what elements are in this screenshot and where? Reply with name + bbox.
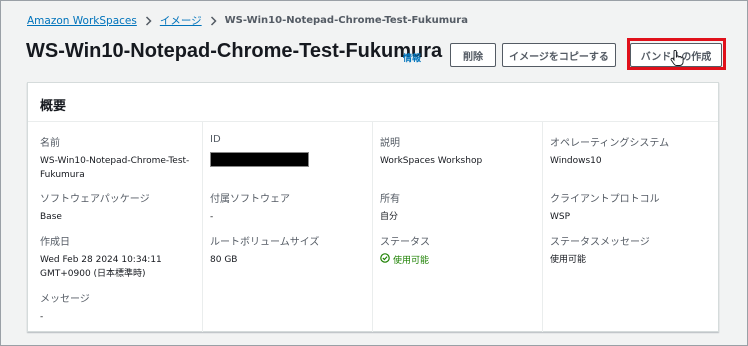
summary-panel: 概要 名前 WS-Win10-Notepad-Chrome-Test- Fuku… — [27, 82, 719, 332]
id-label: ID — [210, 134, 221, 145]
created-value: Wed Feb 28 2024 10:34:11 GMT+0900 (日本標準時… — [40, 253, 162, 281]
id-value — [210, 150, 309, 172]
summary-title: 概要 — [40, 99, 67, 114]
breadcrumb-current: WS-Win10-Notepad-Chrome-Test-Fukumura — [224, 15, 468, 26]
status-value-text: 使用可能 — [393, 255, 430, 266]
breadcrumb-workspaces-link[interactable]: Amazon WorkSpaces — [27, 15, 137, 27]
attached-software-field: 付属ソフトウェア - — [210, 190, 290, 224]
chevron-right-icon — [210, 15, 217, 26]
owner-value: 自分 — [380, 212, 399, 222]
description-value: WorkSpaces Workshop — [380, 156, 483, 166]
status-message-value: 使用可能 — [550, 255, 587, 265]
name-value-line-1: WS-Win10-Notepad-Chrome-Test- — [40, 156, 190, 166]
breadcrumb-images-link[interactable]: イメージ — [160, 13, 202, 28]
name-value: WS-Win10-Notepad-Chrome-Test- Fukumura — [40, 154, 189, 182]
client-protocol-label: クライアントプロトコル — [550, 194, 660, 205]
attached-software-value: - — [210, 212, 214, 222]
software-package-field: ソフトウェアパッケージ Base — [40, 190, 150, 224]
summary-column-4: オペレーティングシステム Windows10 クライアントプロトコル WSP ス… — [550, 122, 713, 332]
client-protocol-value: WSP — [550, 212, 571, 222]
status-label: ステータス — [380, 237, 430, 248]
summary-panel-header: 概要 — [28, 83, 718, 122]
copy-image-button[interactable]: イメージをコピーする — [502, 43, 616, 67]
status-field: ステータス 使用可能 — [380, 233, 430, 268]
message-value: - — [40, 312, 44, 322]
client-protocol-field: クライアントプロトコル WSP — [550, 190, 660, 224]
summary-column-3: 説明 WorkSpaces Workshop 所有 自分 ステータス 使用可能 — [380, 122, 543, 332]
created-field: 作成日 Wed Feb 28 2024 10:34:11 GMT+0900 (日… — [40, 233, 162, 281]
software-package-value: Base — [40, 212, 62, 222]
os-value: Windows10 — [550, 156, 602, 166]
info-link[interactable]: 情報 — [403, 51, 421, 64]
name-label: 名前 — [40, 138, 60, 149]
status-message-label: ステータスメッセージ — [550, 237, 650, 248]
attached-software-label: 付属ソフトウェア — [210, 194, 290, 205]
redacted-id-block — [210, 152, 309, 167]
status-message-field: ステータスメッセージ 使用可能 — [550, 233, 650, 267]
created-value-line-1: Wed Feb 28 2024 10:34:11 — [40, 255, 162, 265]
message-field: メッセージ - — [40, 290, 90, 324]
root-volume-value: 80 GB — [210, 255, 238, 265]
message-label: メッセージ — [40, 294, 90, 305]
description-field: 説明 WorkSpaces Workshop — [380, 134, 482, 168]
breadcrumb: Amazon WorkSpaces イメージ WS-Win10-Notepad-… — [27, 13, 468, 28]
id-field: ID — [210, 134, 309, 172]
check-circle-icon — [380, 253, 393, 268]
description-label: 説明 — [380, 138, 400, 149]
owner-field: 所有 自分 — [380, 190, 400, 224]
status-value: 使用可能 — [380, 253, 430, 268]
name-value-line-2: Fukumura — [40, 170, 85, 180]
name-field: 名前 WS-Win10-Notepad-Chrome-Test- Fukumur… — [40, 134, 189, 182]
created-label: 作成日 — [40, 237, 70, 248]
summary-column-1: 名前 WS-Win10-Notepad-Chrome-Test- Fukumur… — [40, 122, 203, 332]
owner-label: 所有 — [380, 194, 400, 205]
os-field: オペレーティングシステム Windows10 — [550, 134, 669, 168]
delete-button[interactable]: 削除 — [450, 43, 496, 67]
root-volume-label: ルートボリュームサイズ — [210, 237, 320, 248]
create-bundle-button[interactable]: バンドルの作成 — [630, 43, 722, 67]
root-volume-field: ルートボリュームサイズ 80 GB — [210, 233, 319, 267]
chevron-right-icon — [145, 15, 152, 26]
os-label: オペレーティングシステム — [550, 138, 670, 149]
summary-column-2: ID 付属ソフトウェア - ルートボリュームサイズ 80 GB — [210, 122, 373, 332]
created-value-line-2: GMT+0900 (日本標準時) — [40, 269, 146, 279]
software-package-label: ソフトウェアパッケージ — [40, 194, 150, 205]
page-title: WS-Win10-Notepad-Chrome-Test-Fukumura — [26, 40, 443, 62]
